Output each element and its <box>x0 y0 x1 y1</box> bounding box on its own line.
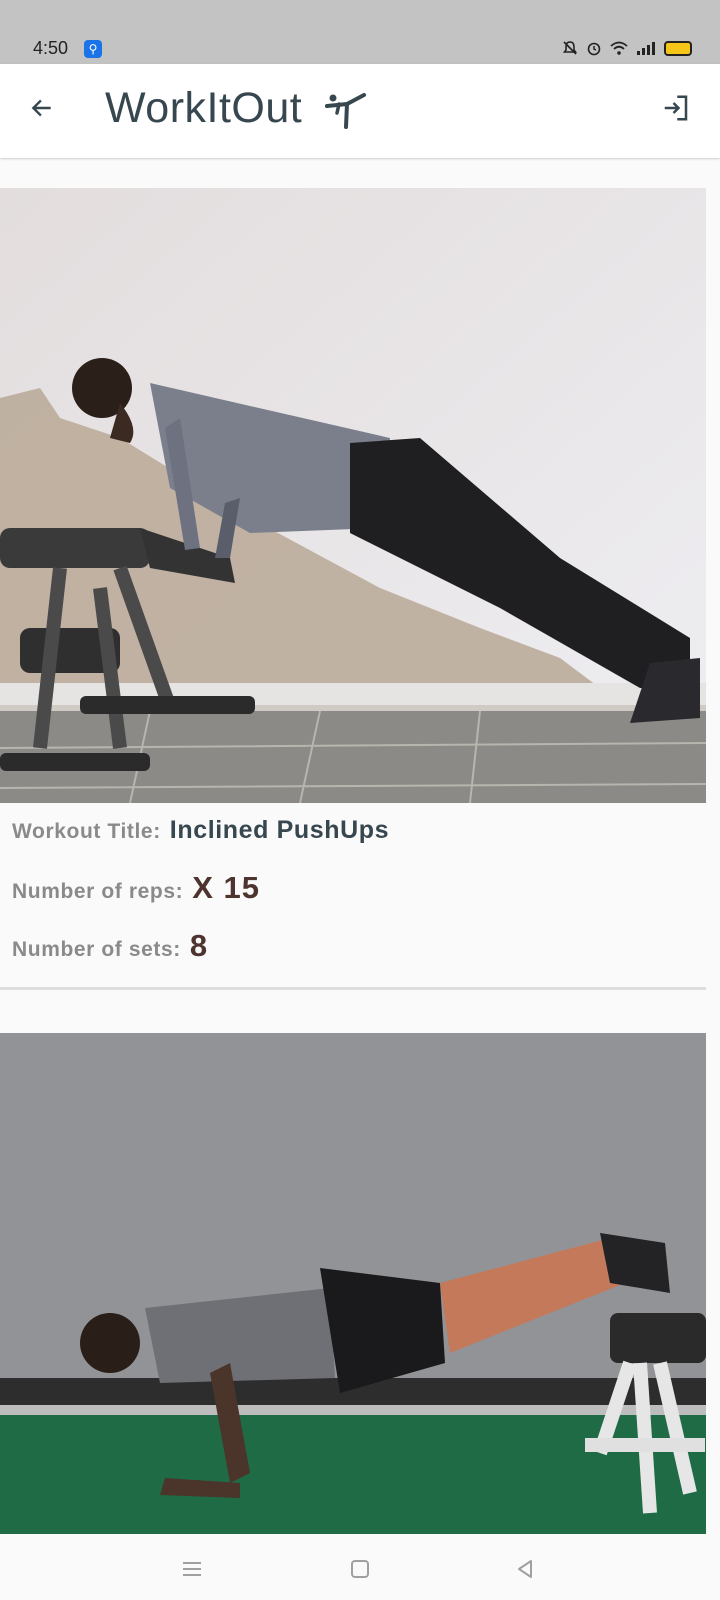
dnd-bell-icon <box>562 41 578 55</box>
workout-reps-label: Number of reps: <box>12 880 184 903</box>
usb-icon: ⚲ <box>84 40 102 58</box>
alarm-icon <box>587 42 601 56</box>
workout-reps-value: X 15 <box>192 870 260 905</box>
workout-photo <box>0 188 706 803</box>
workout-title-value: Inclined PushUps <box>169 816 390 844</box>
back-nav-button[interactable] <box>512 1556 538 1582</box>
martial-arts-kick-icon <box>325 93 366 129</box>
workout-card[interactable]: Workout Title: Inclined PushUps Number o… <box>0 188 706 990</box>
login-exit-icon <box>664 95 688 121</box>
workout-reps-row: Number of reps: X 15 <box>12 870 260 906</box>
status-icons <box>562 40 692 56</box>
menu-icon <box>183 1562 201 1576</box>
menu-button[interactable] <box>179 1556 205 1582</box>
card-divider <box>0 987 706 990</box>
workout-feed[interactable]: Workout Title: Inclined PushUps Number o… <box>0 158 720 1534</box>
arrow-back-icon <box>31 99 51 117</box>
home-button[interactable] <box>347 1556 373 1582</box>
battery-icon <box>664 40 692 56</box>
workout-sets-label: Number of sets: <box>12 938 181 961</box>
back-button[interactable] <box>22 88 62 128</box>
app-bar: WorkItOut <box>0 64 720 158</box>
incline-pushup-photo <box>0 188 706 803</box>
decline-pushup-photo <box>0 1033 706 1534</box>
status-time: 4:50 <box>33 38 69 58</box>
workout-title-row: Workout Title: Inclined PushUps <box>12 816 389 845</box>
workout-card[interactable] <box>0 1033 706 1534</box>
workout-sets-row: Number of sets: 8 <box>12 928 208 964</box>
signal-icon <box>637 42 655 55</box>
workout-title-label: Workout Title: <box>12 820 161 843</box>
logout-button[interactable] <box>656 88 696 128</box>
workout-photo <box>0 1033 706 1534</box>
workout-sets-value: 8 <box>189 928 209 963</box>
app-title: WorkItOut <box>105 84 303 132</box>
home-square-icon <box>351 1560 369 1578</box>
back-triangle-icon <box>518 1560 532 1578</box>
status-bar: 4:50 ⚲ <box>0 0 720 64</box>
wifi-icon <box>610 41 628 55</box>
system-nav-bar <box>0 1536 720 1600</box>
